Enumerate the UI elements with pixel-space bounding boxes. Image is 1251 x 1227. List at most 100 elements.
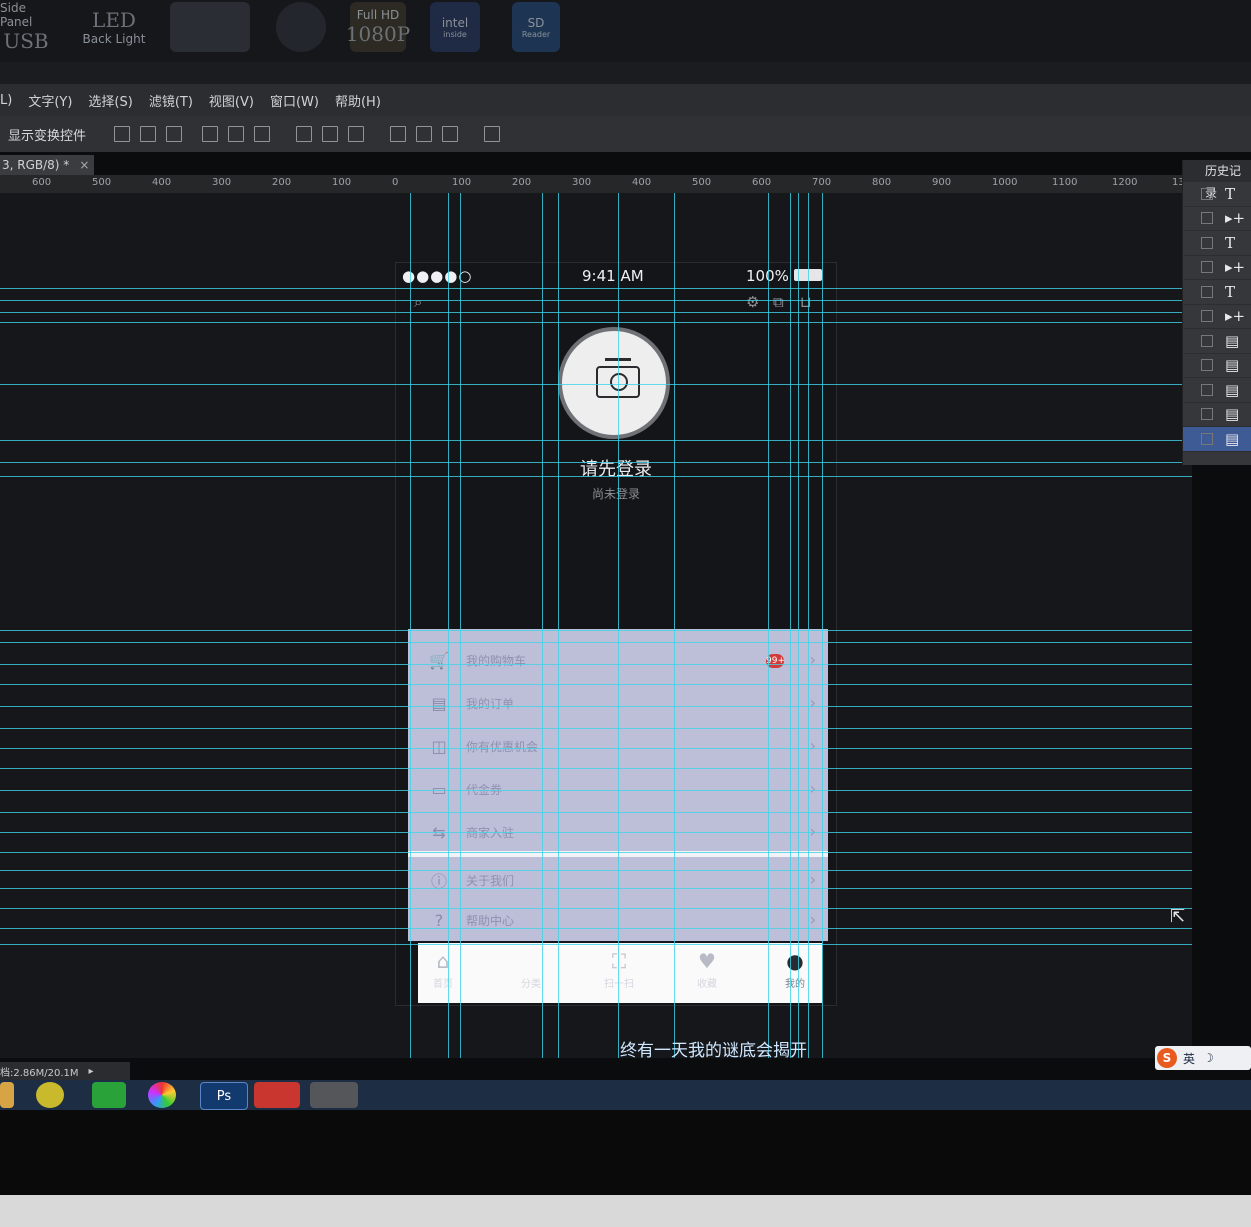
horizontal-guide: [0, 852, 1192, 853]
menu-item-type[interactable]: 文字(Y): [20, 91, 80, 110]
horizontal-ruler[interactable]: 600 500 400 300 200 100 0 100 200 300 400 500 600 700…: [0, 175, 1197, 194]
search-icon[interactable]: ⌕: [414, 293, 422, 311]
distribute-right-icon[interactable]: [442, 126, 459, 142]
align-vcenter-icon[interactable]: [140, 126, 157, 142]
photoshop-icon[interactable]: Ps: [200, 1082, 248, 1110]
ruler-tick-label: 1100: [1052, 177, 1078, 188]
distribute-bottom-icon[interactable]: [348, 126, 365, 142]
distribute-left-icon[interactable]: [390, 126, 407, 142]
ruler-tick-label: 400: [632, 177, 652, 188]
history-row[interactable]: ▤: [1183, 354, 1251, 378]
play-icon[interactable]: ▸: [89, 1066, 94, 1077]
menu-item-view[interactable]: 视图(V): [201, 91, 262, 110]
tab-scan[interactable]: ⛶ 扫一扫: [594, 949, 644, 990]
menu-item-help[interactable]: 帮助(H): [327, 91, 389, 110]
tab-category[interactable]: 分类: [506, 949, 556, 990]
moon-icon[interactable]: ☽: [1203, 1051, 1214, 1065]
monitor-bezel-top: [0, 62, 1251, 84]
sogou-logo-icon: S: [1157, 1048, 1177, 1068]
history-row[interactable]: ▸+: [1183, 256, 1251, 280]
history-list: T ▸+ T ▸+ T ▸+ ▤ ▤ ▤ ▤ ▤: [1183, 182, 1251, 452]
history-checkbox[interactable]: [1201, 261, 1213, 274]
phone-artboard: ●●●●○ 9:41 AM 100% ⌕ ⚙ ⧉ ⊔ 请先登录 尚未登录 🛒 我…: [395, 262, 837, 1006]
horizontal-guide: [0, 462, 1192, 463]
history-checkbox[interactable]: [1201, 236, 1213, 249]
history-checkbox[interactable]: [1201, 212, 1213, 225]
menu-item-layer[interactable]: L): [0, 93, 20, 108]
history-row[interactable]: T: [1183, 231, 1251, 256]
history-checkbox[interactable]: [1201, 432, 1213, 445]
intel-icon[interactable]: intel inside: [430, 2, 480, 52]
menu-row-label: 我的订单: [466, 696, 515, 711]
horizontal-guide: [0, 630, 1192, 631]
ruler-tick-label: 400: [152, 177, 172, 188]
led-back-light-icon[interactable]: LED Back Light: [76, 2, 152, 52]
history-checkbox[interactable]: [1201, 383, 1213, 396]
chevron-right-icon: ›: [809, 779, 816, 798]
qq-music-icon[interactable]: [36, 1082, 64, 1108]
close-icon[interactable]: ×: [79, 158, 89, 172]
document-tab[interactable]: 3, RGB/8) * ×: [0, 155, 94, 175]
history-step-icon: ▤: [1225, 429, 1240, 448]
align-bottom-icon[interactable]: [166, 126, 183, 142]
menu-row-label: 帮助中心: [466, 913, 515, 928]
pinwheel-icon[interactable]: [148, 1082, 176, 1108]
history-checkbox[interactable]: [1201, 310, 1213, 323]
history-row[interactable]: ▸+: [1183, 207, 1251, 231]
history-row[interactable]: ▤: [1183, 403, 1251, 427]
phone-status-bar: ●●●●○ 9:41 AM 100%: [396, 263, 836, 289]
history-panel-title: 历史记录: [1183, 160, 1251, 200]
history-checkbox[interactable]: [1201, 187, 1213, 200]
distribute-vcenter-icon[interactable]: [322, 126, 339, 142]
chevron-right-icon: ›: [809, 693, 816, 712]
menu-item-select[interactable]: 选择(S): [80, 91, 140, 110]
align-top-icon[interactable]: [114, 126, 131, 142]
tab-favorites[interactable]: ♥ 收藏: [682, 949, 732, 990]
history-checkbox[interactable]: [1201, 408, 1213, 421]
history-row[interactable]: ▸+: [1183, 305, 1251, 329]
history-row[interactable]: ▤: [1183, 427, 1251, 452]
history-checkbox[interactable]: [1201, 359, 1213, 372]
show-transform-controls[interactable]: 显示变换控件: [8, 125, 86, 144]
netease-music-icon[interactable]: [254, 1082, 300, 1108]
history-checkbox[interactable]: [1201, 285, 1213, 298]
horizontal-guide: [0, 908, 1192, 909]
ruler-tick-label: 600: [752, 177, 772, 188]
audio-app-icon[interactable]: [276, 2, 326, 52]
history-row[interactable]: ▤: [1183, 378, 1251, 403]
side-panel-usb-icon[interactable]: Side Panel USB: [0, 1, 52, 53]
ime-toolbar[interactable]: S 英 ☽: [1155, 1046, 1251, 1070]
distribute-top-icon[interactable]: [296, 126, 313, 142]
align-left-icon[interactable]: [202, 126, 219, 142]
avatar[interactable]: [558, 327, 670, 439]
sd-reader-icon[interactable]: SD Reader: [512, 2, 560, 52]
align-right-icon[interactable]: [254, 126, 271, 142]
tab-mine[interactable]: ● 我的: [770, 949, 820, 990]
history-checkbox[interactable]: [1201, 334, 1213, 347]
history-row[interactable]: T: [1183, 280, 1251, 305]
share-icon[interactable]: ⧉: [773, 293, 784, 311]
full-hd-icon[interactable]: Full HD 1080P: [346, 2, 410, 52]
iqiyi-icon[interactable]: [92, 1082, 126, 1108]
image-viewer-icon[interactable]: [310, 1082, 358, 1108]
history-row[interactable]: ▤: [1183, 329, 1251, 354]
menu-row-label: 关于我们: [466, 873, 515, 888]
horizontal-guide: [0, 888, 1192, 889]
folder-icon[interactable]: [0, 1082, 14, 1108]
cart-icon[interactable]: ⊔: [800, 293, 812, 311]
monitor-bezel-bottom: [0, 1110, 1251, 1227]
settings-icon[interactable]: ⚙: [746, 293, 759, 311]
align-hcenter-icon[interactable]: [228, 126, 245, 142]
history-step-icon: T: [1225, 233, 1236, 252]
distribute-hcenter-icon[interactable]: [416, 126, 433, 142]
menu-item-window[interactable]: 窗口(W): [262, 91, 327, 110]
user-icon: ●: [786, 949, 804, 973]
camera-app-icon[interactable]: [170, 2, 250, 52]
login-title[interactable]: 请先登录: [396, 455, 836, 481]
ime-language[interactable]: 英: [1183, 1050, 1195, 1067]
auto-align-icon[interactable]: [484, 126, 501, 142]
ruler-tick-label: 100: [452, 177, 472, 188]
menu-item-filter[interactable]: 滤镜(T): [141, 91, 201, 110]
ruler-tick-label: 300: [212, 177, 232, 188]
menu-row-label: 我的购物车: [466, 653, 527, 668]
